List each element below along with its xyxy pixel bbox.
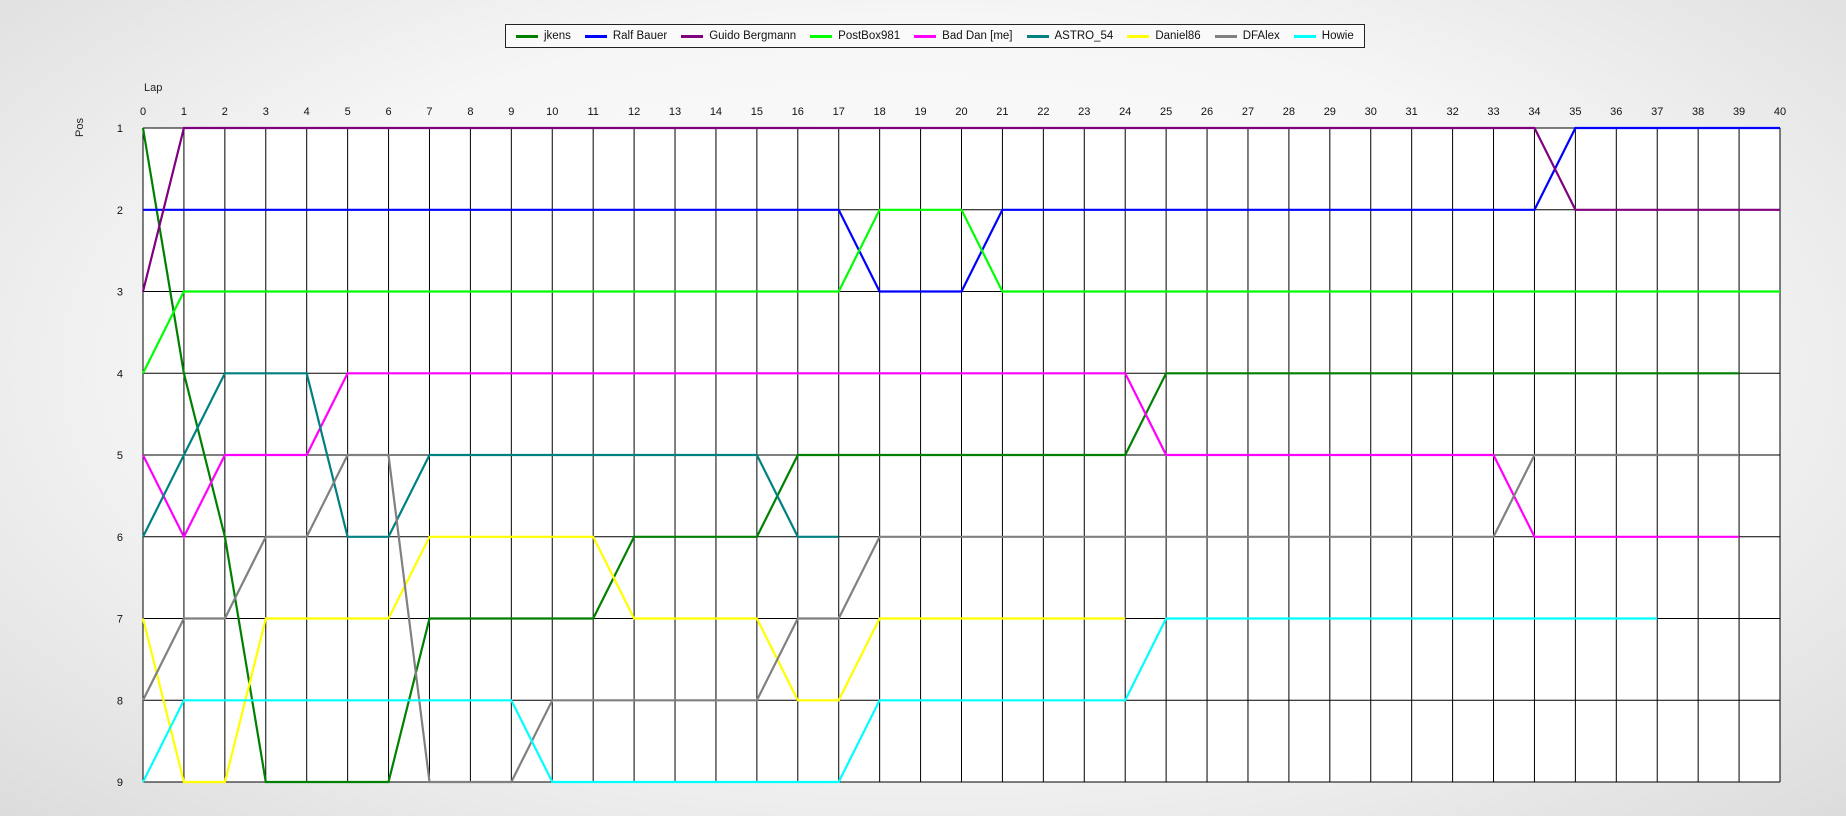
x-tick-label: 21 [996,106,1008,118]
y-tick-label: 6 [117,532,123,544]
x-tick-label: 40 [1774,106,1786,118]
x-tick-label: 8 [467,106,473,118]
x-tick-label: 13 [669,106,681,118]
x-tick-label: 23 [1078,106,1090,118]
x-tick-label: 39 [1733,106,1745,118]
y-tick-label: 5 [117,450,123,462]
x-tick-label: 29 [1324,106,1336,118]
x-tick-label: 9 [508,106,514,118]
y-tick-label: 7 [117,614,123,626]
race-position-chart: jkens Ralf Bauer Guido Bergmann PostBox981 B… [0,0,1846,816]
x-tick-label: 2 [222,106,228,118]
x-tick-label: 20 [955,106,967,118]
y-tick-label: 9 [117,777,123,789]
chart-plot: 0 1 2 3 4 5 6 7 8 9 10 11 12 13 14 15 16 17 18 19 20 21 22 23 24… [74,82,1786,789]
x-tick-label: 26 [1201,106,1213,118]
x-axis-label: Lap [144,82,162,94]
x-tick-label: 15 [751,106,763,118]
x-tick-label: 31 [1406,106,1418,118]
x-tick-label: 6 [385,106,391,118]
x-tick-label: 18 [874,106,886,118]
x-tick-label: 1 [181,106,187,118]
x-tick-label: 33 [1487,106,1499,118]
x-tick-label: 19 [914,106,926,118]
x-tick-label: 32 [1446,106,1458,118]
y-tick-label: 2 [117,205,123,217]
x-tick-label: 5 [345,106,351,118]
x-tick-label: 34 [1528,106,1540,118]
x-tick-label: 30 [1365,106,1377,118]
x-tick-label: 12 [628,106,640,118]
x-tick-label: 27 [1242,106,1254,118]
y-tick-label: 4 [117,368,123,380]
x-tick-label: 38 [1692,106,1704,118]
x-tick-label: 35 [1569,106,1581,118]
x-tick-label: 36 [1610,106,1622,118]
y-tick-label: 8 [117,695,123,707]
x-tick-label: 0 [140,106,146,118]
x-tick-label: 10 [546,106,558,118]
x-tick-label: 17 [833,106,845,118]
x-tick-label: 28 [1283,106,1295,118]
x-tick-label: 37 [1651,106,1663,118]
x-tick-label: 11 [587,106,598,118]
x-tick-label: 22 [1037,106,1049,118]
y-axis-label: Pos [74,118,86,137]
x-tick-label: 24 [1119,106,1131,118]
y-tick-label: 1 [117,123,123,135]
x-tick-label: 3 [263,106,269,118]
x-tick-label: 16 [792,106,804,118]
y-tick-label: 3 [117,287,123,299]
x-tick-label: 7 [426,106,432,118]
x-tick-label: 4 [304,106,310,118]
x-tick-label: 14 [710,106,722,118]
x-tick-label: 25 [1160,106,1172,118]
